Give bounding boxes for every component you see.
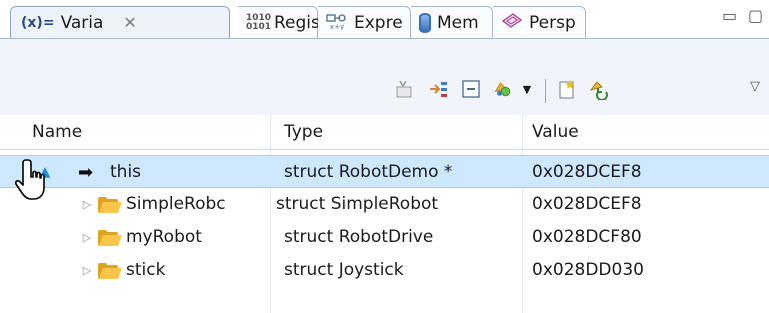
table-row[interactable]: ▷ SimpleRobc struct SimpleRobot 0x028DCE… xyxy=(0,188,769,221)
view-tab-strip: (x)= Varia ✕ 1010 0101 Regis x+y Expre M… xyxy=(0,0,769,39)
variables-view: (x)= Varia ✕ 1010 0101 Regis x+y Expre M… xyxy=(0,0,769,313)
folder-icon xyxy=(98,197,122,213)
table-header: Name Type Value xyxy=(0,115,769,150)
tab-perspective-label: Persp xyxy=(529,12,576,33)
variable-name: this xyxy=(110,162,142,182)
variables-table: Name Type Value ▲ ➡ this struct RobotDem… xyxy=(0,115,769,313)
folder-icon xyxy=(98,230,122,246)
view-toolbar: ▼ ▽ xyxy=(0,39,769,116)
variables-icon: (x)= xyxy=(21,14,55,31)
toolbar-separator xyxy=(545,79,546,103)
registers-icon: 1010 0101 xyxy=(246,12,272,32)
tab-variables-label: Varia xyxy=(60,12,104,33)
new-watch-expression-icon[interactable] xyxy=(556,78,578,100)
add-global-variables-icon[interactable] xyxy=(492,78,514,100)
variable-name: myRobot xyxy=(126,227,202,247)
tab-expressions[interactable]: x+y Expre xyxy=(318,6,411,38)
variable-value[interactable]: 0x028DCEF8 xyxy=(532,156,762,189)
tab-registers-label: Regis xyxy=(274,12,320,33)
view-menu-icon[interactable]: ▽ xyxy=(744,75,766,97)
pointer-arrow-icon: ➡ xyxy=(78,162,94,183)
variable-type: struct RobotDemo * xyxy=(284,162,453,182)
close-icon[interactable]: ✕ xyxy=(123,13,136,32)
collapsed-chevron-icon[interactable]: ▷ xyxy=(80,188,94,221)
variable-name: stick xyxy=(126,260,166,280)
variable-type: struct RobotDrive xyxy=(284,227,434,247)
tab-memory-label: Mem xyxy=(437,12,479,33)
minimize-icon[interactable]: ▭ xyxy=(722,6,737,25)
collapse-variables-icon[interactable] xyxy=(394,78,416,100)
table-row[interactable]: ▲ ➡ this struct RobotDemo * 0x028DCEF8 xyxy=(0,155,769,188)
show-type-names-icon[interactable] xyxy=(428,78,450,100)
maximize-icon[interactable]: ▢ xyxy=(748,6,763,25)
column-header-value[interactable]: Value xyxy=(522,115,579,149)
tab-variables[interactable]: (x)= Varia ✕ xyxy=(10,6,230,38)
tab-memory[interactable]: Mem xyxy=(411,6,493,38)
memory-icon xyxy=(419,12,431,33)
variable-value[interactable]: 0x028DCEF8 xyxy=(532,188,762,221)
variable-value[interactable]: 0x028DCF80 xyxy=(532,221,762,254)
view-menu-dropdown-icon[interactable]: ▼ xyxy=(516,78,538,100)
collapsed-chevron-icon[interactable]: ▷ xyxy=(80,254,94,287)
variable-type: struct Joystick xyxy=(284,260,404,280)
collapse-all-icon[interactable] xyxy=(460,78,482,100)
table-row[interactable]: ▷ myRobot struct RobotDrive 0x028DCF80 xyxy=(0,221,769,254)
tab-expressions-label: Expre xyxy=(354,12,403,33)
expanded-chevron-icon[interactable]: ▲ xyxy=(38,156,52,189)
column-header-name[interactable]: Name xyxy=(22,115,82,149)
variable-name: SimpleRobc xyxy=(126,194,226,214)
folder-icon xyxy=(98,263,122,279)
perspective-icon xyxy=(501,12,523,34)
variable-value[interactable]: 0x028DD030 xyxy=(532,254,762,287)
tab-registers[interactable]: 1010 0101 Regis xyxy=(238,6,320,38)
collapsed-chevron-icon[interactable]: ▷ xyxy=(80,221,94,254)
variable-type: struct SimpleRobot xyxy=(276,194,439,214)
table-row[interactable]: ▷ stick struct Joystick 0x028DD030 xyxy=(0,254,769,287)
svg-text:x+y: x+y xyxy=(330,23,344,30)
column-header-type[interactable]: Type xyxy=(270,115,323,149)
expressions-icon: x+y xyxy=(326,12,348,34)
remove-global-variables-icon[interactable] xyxy=(588,78,610,100)
tab-perspective[interactable]: Persp xyxy=(493,6,586,38)
